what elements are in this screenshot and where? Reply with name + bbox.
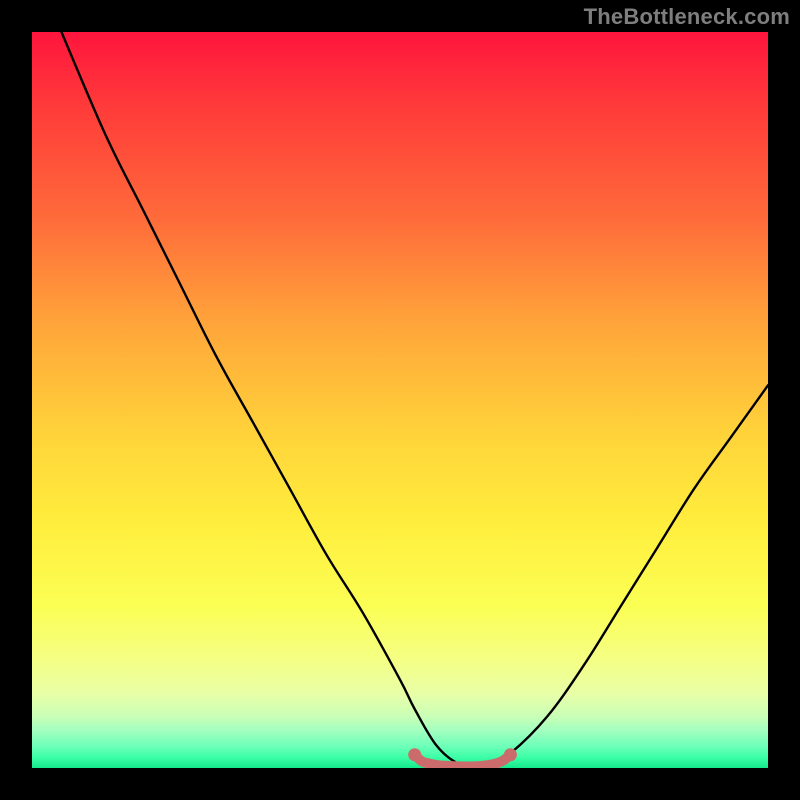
plot-area <box>32 32 768 768</box>
marker-dot <box>504 748 517 761</box>
curve-layer <box>32 32 768 768</box>
watermark-text: TheBottleneck.com <box>584 4 790 30</box>
bottleneck-curve <box>61 32 768 768</box>
marker-dot <box>408 748 421 761</box>
floor-marker-band <box>415 755 511 767</box>
chart-frame: TheBottleneck.com <box>0 0 800 800</box>
